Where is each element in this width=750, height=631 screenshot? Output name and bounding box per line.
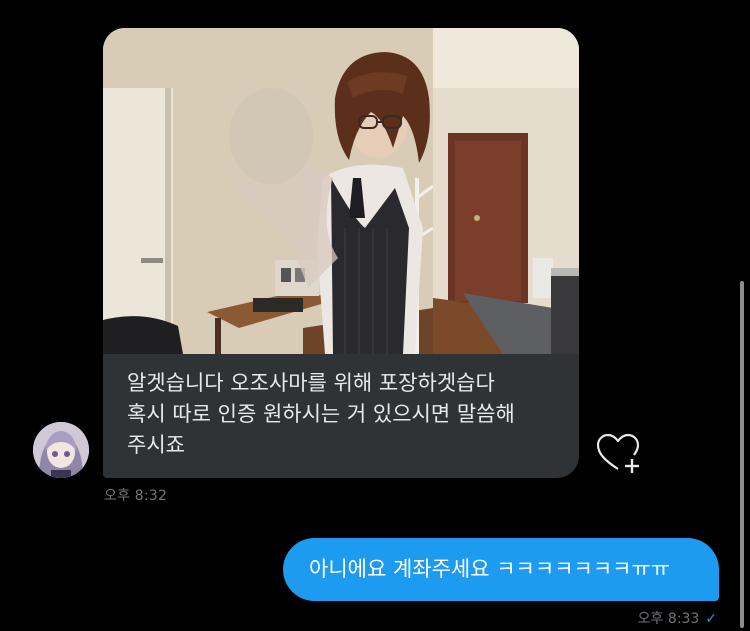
attached-photo[interactable] — [103, 28, 579, 354]
sender-avatar[interactable] — [33, 422, 89, 478]
dm-conversation: 알겟습니다 오조사마를 위해 포장하겟습다 혹시 따로 인증 원하시는 거 있으… — [0, 0, 750, 631]
heart-plus-icon[interactable] — [594, 433, 642, 475]
incoming-timestamp: 오후 8:32 — [104, 488, 168, 504]
read-check-icon: ✓ — [705, 611, 717, 627]
incoming-message-text: 알겟습니다 오조사마를 위해 포장하겟습다 혹시 따로 인증 원하시는 거 있으… — [127, 371, 515, 457]
incoming-message[interactable]: 알겟습니다 오조사마를 위해 포장하겟습다 혹시 따로 인증 원하시는 거 있으… — [103, 28, 579, 478]
avatar-image — [33, 422, 89, 478]
outgoing-timestamp-row: 오후 8:33 ✓ — [638, 608, 717, 628]
outgoing-timestamp: 오후 8:33 — [637, 611, 700, 627]
outgoing-message-text: 아니에요 계좌주세요 ㅋㅋㅋㅋㅋㅋㅋㅠㅠ — [309, 557, 671, 581]
outgoing-message[interactable]: 아니에요 계좌주세요 ㅋㅋㅋㅋㅋㅋㅋㅠㅠ — [283, 538, 719, 601]
scrollbar[interactable] — [740, 281, 744, 628]
react-heart-graphic — [596, 433, 640, 473]
photo-image — [103, 28, 579, 354]
